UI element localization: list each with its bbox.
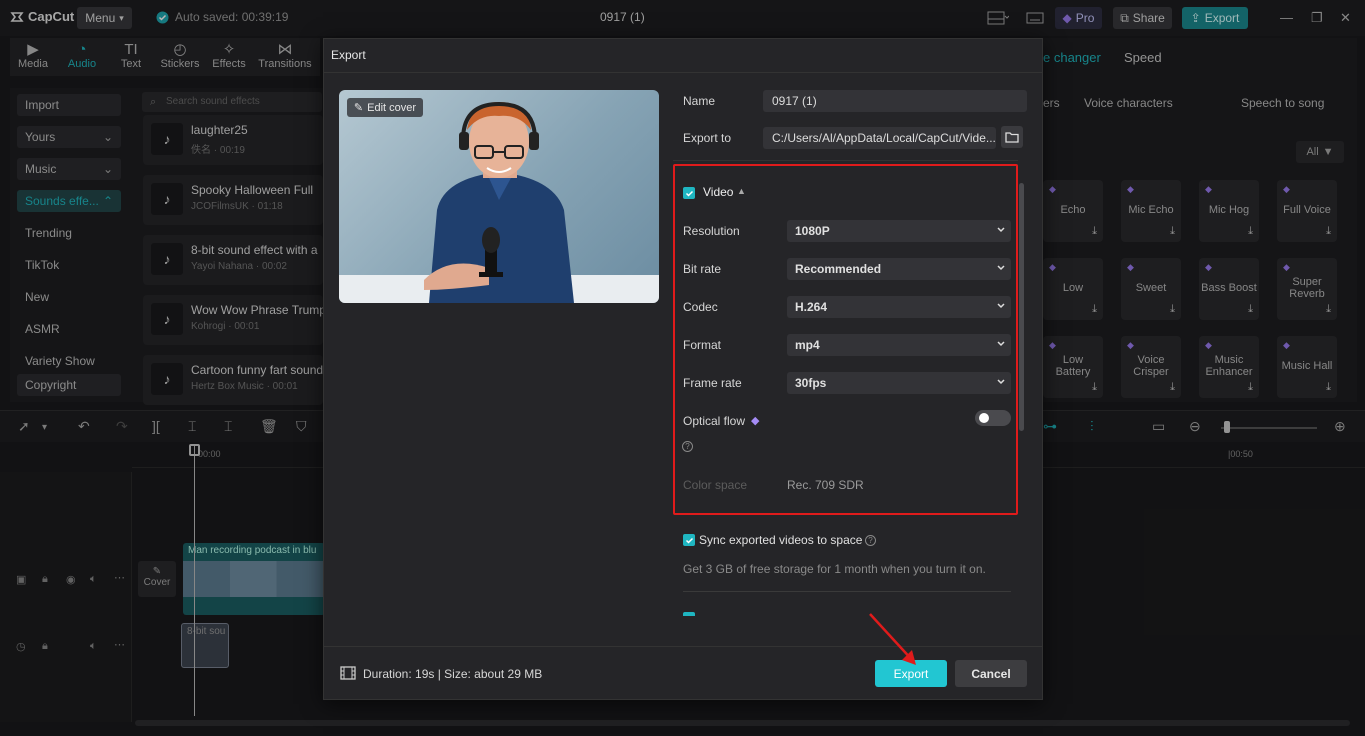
- help-icon[interactable]: ?: [865, 535, 876, 546]
- divider: [324, 72, 1042, 73]
- dialog-title: Export: [331, 48, 366, 62]
- edit-cover-button[interactable]: ✎ Edit cover: [347, 98, 423, 117]
- chevron-down-icon: [997, 379, 1005, 385]
- chevron-down-icon: [997, 227, 1005, 233]
- pencil-icon: ✎: [353, 102, 364, 114]
- name-input[interactable]: 0917 (1): [763, 90, 1027, 112]
- chevron-down-icon: [997, 303, 1005, 309]
- help-icon[interactable]: ?: [682, 441, 693, 452]
- sync-label: Sync exported videos to space: [699, 533, 863, 547]
- toggle-knob: [979, 413, 989, 423]
- divider: [683, 591, 1011, 592]
- chevron-up-icon[interactable]: ▲: [737, 186, 746, 196]
- podcast-host-image: [339, 101, 659, 303]
- optical-flow-label: Optical flow: [683, 414, 746, 428]
- audio-checkbox-partial[interactable]: [683, 612, 695, 616]
- codec-select[interactable]: H.264: [787, 296, 1011, 318]
- name-label: Name: [683, 94, 716, 108]
- resolution-select[interactable]: 1080P: [787, 220, 1011, 242]
- video-checkbox[interactable]: [683, 187, 695, 199]
- format-select[interactable]: mp4: [787, 334, 1011, 356]
- color-space-label: Color space: [683, 478, 748, 492]
- bitrate-select[interactable]: Recommended: [787, 258, 1011, 280]
- color-space-value: Rec. 709 SDR: [787, 478, 864, 492]
- sync-checkbox[interactable]: [683, 534, 695, 546]
- codec-label: Codec: [683, 300, 718, 314]
- film-icon: [340, 666, 356, 680]
- bitrate-label: Bit rate: [683, 262, 722, 276]
- settings-scrollbar[interactable]: [1019, 183, 1024, 431]
- video-section-title: Video: [703, 185, 734, 199]
- cover-preview: [339, 90, 659, 303]
- export-path-input[interactable]: C:/Users/Al/AppData/Local/CapCut/Vide...: [763, 127, 996, 149]
- sync-hint: Get 3 GB of free storage for 1 month whe…: [683, 562, 986, 576]
- cancel-button[interactable]: Cancel: [955, 660, 1027, 687]
- export-to-label: Export to: [683, 131, 732, 145]
- divider: [673, 160, 1018, 161]
- duration-size: Duration: 19s | Size: about 29 MB: [363, 667, 543, 681]
- resolution-label: Resolution: [683, 224, 740, 238]
- annotation-arrow: [866, 610, 926, 670]
- chevron-down-icon: [997, 341, 1005, 347]
- chevron-down-icon: [997, 265, 1005, 271]
- optical-flow-toggle[interactable]: [975, 410, 1011, 426]
- framerate-label: Frame rate: [683, 376, 742, 390]
- divider: [324, 646, 1042, 647]
- format-label: Format: [683, 338, 722, 352]
- folder-icon[interactable]: [1001, 126, 1023, 148]
- diamond-icon: ◆: [751, 415, 760, 427]
- framerate-select[interactable]: 30fps: [787, 372, 1011, 394]
